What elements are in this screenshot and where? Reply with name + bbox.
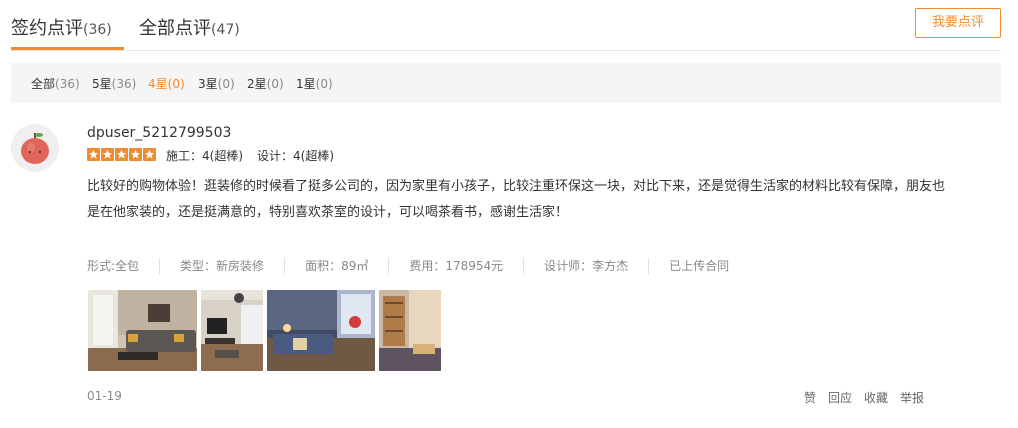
- filter-label: 1星: [296, 77, 316, 91]
- apple-icon: [21, 133, 49, 164]
- review-actions: 赞 回应 收藏 举报: [804, 389, 924, 406]
- meta-contract: 已上传合同: [648, 258, 749, 274]
- tab-signed-reviews[interactable]: 签约点评(36): [11, 14, 112, 40]
- write-review-button[interactable]: 我要点评: [915, 8, 1001, 38]
- star-filter-bar: 全部(36) 5星(36) 4星(0) 3星(0) 2星(0) 1星(0): [11, 63, 1001, 103]
- star-rating: [87, 148, 156, 161]
- tab-all-reviews[interactable]: 全部点评(47): [139, 14, 240, 40]
- meta-cost: 费用：178954元: [388, 258, 523, 274]
- filter-all[interactable]: 全部(36): [31, 75, 80, 92]
- meta-type: 类型：新房装修: [159, 258, 284, 274]
- reply-button[interactable]: 回应: [828, 389, 852, 406]
- filter-2-star[interactable]: 2星(0): [247, 75, 284, 92]
- review-date: 01-19: [87, 389, 122, 403]
- living-room-tv-photo[interactable]: [201, 290, 263, 371]
- filter-count: (0): [315, 77, 333, 91]
- reviewer-username[interactable]: dpuser_5212799503: [87, 125, 231, 141]
- filter-count: (0): [167, 77, 185, 91]
- avatar[interactable]: [11, 124, 59, 172]
- star-icon: [143, 148, 156, 161]
- design-rating: 设计：4(超棒): [257, 149, 334, 163]
- filter-5-star[interactable]: 5星(36): [92, 75, 136, 92]
- filter-count: (36): [111, 77, 137, 91]
- review-tabs: 签约点评(36) 全部点评(47) 我要点评: [11, 0, 1001, 51]
- construction-rating: 施工：4(超棒): [166, 149, 243, 163]
- active-tab-indicator: [11, 47, 124, 50]
- tab-count: (47): [211, 22, 240, 38]
- star-icon: [87, 148, 100, 161]
- filter-count: (0): [217, 77, 235, 91]
- filter-label: 2星: [247, 77, 267, 91]
- bedroom-photo[interactable]: [267, 290, 375, 371]
- tab-label: 全部点评: [139, 18, 211, 39]
- review-photos: [88, 290, 441, 371]
- living-room-photo[interactable]: [88, 290, 197, 371]
- favorite-button[interactable]: 收藏: [864, 389, 888, 406]
- tab-count: (36): [83, 22, 112, 38]
- filter-label: 3星: [198, 77, 218, 91]
- meta-area: 面积：89㎡: [284, 258, 388, 274]
- meta-form: 形式:全包: [87, 259, 140, 273]
- star-icon: [115, 148, 128, 161]
- star-icon: [101, 148, 114, 161]
- filter-1-star[interactable]: 1星(0): [296, 75, 333, 92]
- filter-4-star[interactable]: 4星(0): [148, 75, 185, 92]
- sub-ratings: 施工：4(超棒) 设计：4(超棒): [166, 147, 334, 164]
- filter-3-star[interactable]: 3星(0): [198, 75, 235, 92]
- filter-label: 全部: [31, 77, 56, 91]
- filter-count: (36): [55, 77, 80, 91]
- filter-label: 4星: [148, 77, 168, 91]
- filter-count: (0): [266, 77, 284, 91]
- review-text: 比较好的购物体验！逛装修的时候看了挺多公司的，因为家里有小孩子，比较注重环保这一…: [87, 179, 946, 220]
- like-button[interactable]: 赞: [804, 389, 816, 406]
- tea-room-photo[interactable]: [379, 290, 441, 371]
- report-button[interactable]: 举报: [900, 389, 924, 406]
- review-meta: 形式:全包 类型：新房装修 面积：89㎡ 费用：178954元 设计师：李方杰 …: [87, 258, 749, 274]
- filter-label: 5星: [92, 77, 112, 91]
- tab-label: 签约点评: [11, 18, 83, 39]
- meta-designer: 设计师：李方杰: [523, 258, 648, 274]
- star-icon: [129, 148, 142, 161]
